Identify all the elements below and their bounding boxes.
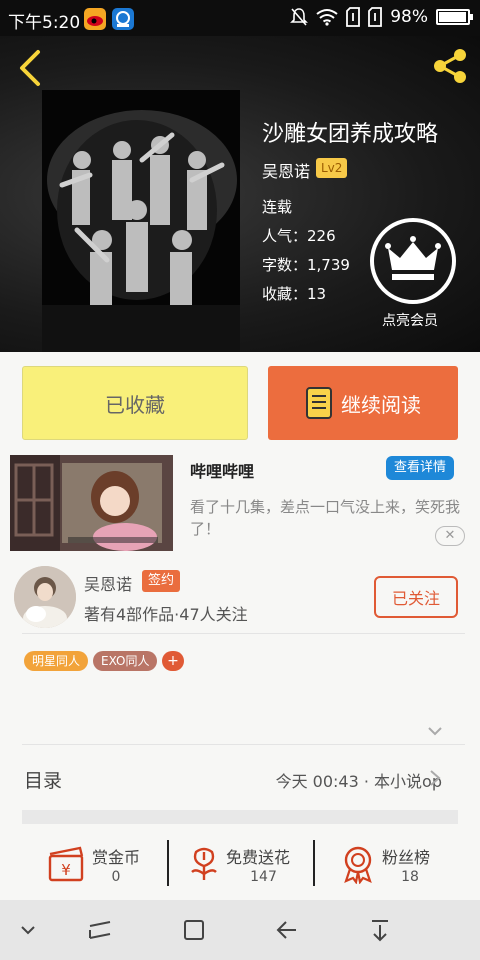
book-icon: [306, 387, 332, 419]
reward-coins[interactable]: ¥ 赏金币 0: [46, 836, 156, 896]
home-icon[interactable]: [180, 916, 208, 944]
flower-icon: [191, 847, 217, 880]
book-title: 沙雕女团养成攻略: [262, 122, 439, 147]
chevron-down-icon[interactable]: [14, 916, 42, 944]
crown-icon: [385, 236, 441, 280]
ad-close-button[interactable]: ✕: [435, 526, 465, 546]
mute-bell-icon: [290, 8, 309, 26]
divider: [22, 744, 465, 745]
notification-pull-icon[interactable]: [366, 916, 394, 944]
book-word-count: 字数：1,739: [262, 256, 350, 274]
free-flowers-value: 147: [250, 869, 277, 885]
toc-label[interactable]: 目录: [24, 766, 62, 793]
follow-button-label: 已关注: [391, 589, 440, 608]
bottom-stats: ¥ 赏金币 0 免费送花 147 粉丝榜 18: [0, 836, 480, 896]
section-separator: [22, 810, 458, 824]
book-author[interactable]: 吴恩诺: [262, 158, 310, 182]
sim1-icon: [346, 7, 361, 27]
book-popularity: 人气：226: [262, 227, 336, 245]
follow-button[interactable]: 已关注: [374, 576, 458, 618]
app-notification-icon: [112, 8, 134, 30]
status-time: 下午5:20: [8, 13, 81, 33]
divider: [167, 840, 169, 886]
battery-fill: [439, 12, 467, 22]
system-nav-bar: [0, 900, 480, 960]
svg-text:¥: ¥: [61, 861, 71, 879]
battery-percent: 98%: [390, 7, 428, 27]
status-right: 98%: [290, 7, 473, 27]
book-cover-image[interactable]: [42, 90, 240, 352]
battery-icon: [436, 9, 473, 25]
add-tag-button[interactable]: +: [162, 651, 184, 671]
toc-latest-chapter[interactable]: 今天 00:43 · 本小说op: [276, 768, 442, 792]
book-collections: 收藏：13: [262, 285, 327, 303]
vip-label: 点亮会员: [382, 313, 438, 329]
book-status: 连载: [262, 198, 293, 216]
author-summary: 著有4部作品·47人关注: [84, 605, 248, 624]
author-level-badge: Lv2: [316, 158, 348, 178]
back-icon[interactable]: [272, 916, 300, 944]
medal-icon: [344, 846, 372, 884]
share-icon[interactable]: [430, 46, 470, 86]
divider: [22, 633, 465, 634]
fan-rank[interactable]: 粉丝榜 18: [338, 836, 448, 896]
free-flowers[interactable]: 免费送花 147: [184, 836, 304, 896]
free-flowers-label: 免费送花: [226, 848, 291, 867]
ad-details-button[interactable]: 查看详情: [386, 456, 454, 480]
chevron-right-icon[interactable]: [428, 768, 442, 788]
weibo-icon: [84, 8, 106, 30]
author-name[interactable]: 吴恩诺: [84, 571, 132, 595]
ad-text: 看了十几集，差点一口气没上来，笑死我了！: [190, 498, 461, 538]
divider: [313, 840, 315, 886]
favorited-button-label: 已收藏: [105, 392, 165, 417]
fan-rank-label: 粉丝榜: [382, 848, 431, 867]
favorited-button[interactable]: 已收藏: [22, 366, 248, 440]
tag-exo-fanfic[interactable]: EXO同人: [93, 651, 158, 671]
fan-rank-value: 18: [401, 869, 419, 885]
author-avatar[interactable]: [14, 566, 76, 628]
tag-star-fanfic[interactable]: 明星同人: [24, 651, 89, 671]
money-icon: ¥: [48, 846, 84, 882]
reward-coins-label: 赏金币: [92, 848, 141, 867]
sim2-icon: [368, 7, 383, 27]
chevron-down-icon[interactable]: [426, 722, 444, 740]
recent-apps-icon[interactable]: [86, 916, 114, 944]
reward-coins-value: 0: [111, 869, 121, 885]
continue-reading-button[interactable]: 继续阅读: [268, 366, 458, 440]
wifi-icon: [316, 9, 338, 26]
ad-app-name: 哔哩哔哩: [190, 462, 255, 481]
back-arrow-icon[interactable]: [14, 48, 46, 88]
vip-crown-button[interactable]: [370, 218, 456, 304]
ad-image[interactable]: [10, 455, 173, 551]
status-bar: 下午5:20 98%: [0, 0, 480, 36]
signed-badge: 签约: [142, 570, 181, 592]
continue-reading-label: 继续阅读: [341, 392, 421, 417]
